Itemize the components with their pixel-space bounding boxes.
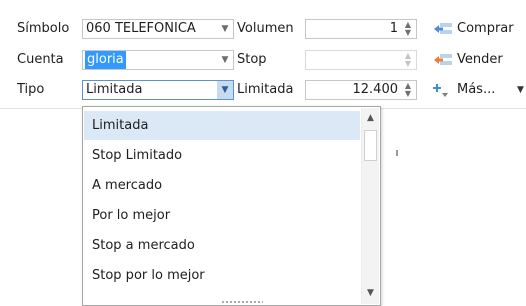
mas-label: Más... <box>457 82 496 97</box>
order-entry-panel: Símbolo 060 TELEFONICA ▼ Volumen 1 ▲ ▼ Cu… <box>0 0 526 306</box>
option-por-lo-mejor[interactable]: Por lo mejor <box>84 201 360 230</box>
scroll-up-icon[interactable]: ▲ <box>362 110 379 127</box>
limitada-stepper[interactable]: 12.400 ▲ ▼ <box>305 80 417 100</box>
comprar-label: Comprar <box>457 21 514 36</box>
vender-button[interactable]: Vender <box>433 49 526 71</box>
volumen-value: 1 <box>389 21 398 36</box>
simbolo-combo[interactable]: 060 TELEFONICA ▼ <box>82 19 234 39</box>
resize-tick <box>396 150 398 156</box>
chevron-down-icon[interactable]: ▼ <box>217 51 233 69</box>
sell-arrow-icon <box>434 54 452 65</box>
vender-label: Vender <box>457 52 503 67</box>
volumen-label: Volumen <box>237 21 294 36</box>
dropdown-scrollbar[interactable]: ▲ ▼ <box>361 108 379 304</box>
scroll-thumb[interactable] <box>364 130 377 161</box>
spin-up-down-icon[interactable]: ▲ ▼ <box>402 21 414 37</box>
resize-grip-icon[interactable] <box>221 300 263 304</box>
scroll-down-icon[interactable]: ▼ <box>362 285 379 302</box>
volumen-stepper[interactable]: 1 ▲ ▼ <box>305 19 417 39</box>
spin-up-down-icon[interactable]: ▲ ▼ <box>402 82 414 98</box>
chevron-down-icon[interactable]: ▼ <box>517 79 524 101</box>
simbolo-value: 060 TELEFONICA <box>86 21 196 36</box>
tipo-value: Limitada <box>86 82 143 97</box>
chevron-down-icon[interactable]: ▼ <box>217 20 233 38</box>
cuenta-combo[interactable]: gloria ▼ <box>82 50 234 70</box>
cuenta-label: Cuenta <box>17 52 64 67</box>
limitada-label: Limitada <box>237 82 294 97</box>
tipo-dropdown-list[interactable]: Limitada Stop Limitado A mercado Por lo … <box>82 106 381 306</box>
stop-label: Stop <box>237 52 267 67</box>
tipo-label: Tipo <box>17 82 45 97</box>
mas-button[interactable]: Más... ▼ <box>433 79 526 101</box>
limitada-value: 12.400 <box>352 82 399 97</box>
spin-up-down-icon[interactable]: ▲ ▼ <box>402 52 414 68</box>
option-stop-a-mercado[interactable]: Stop a mercado <box>84 231 360 260</box>
option-a-mercado[interactable]: A mercado <box>84 171 360 200</box>
chevron-down-icon[interactable]: ▼ <box>217 81 233 99</box>
cuenta-value: gloria <box>85 51 126 69</box>
stop-stepper[interactable]: ▲ ▼ <box>305 50 417 70</box>
tipo-combo[interactable]: Limitada ▼ <box>82 80 234 100</box>
option-stop-por-lo-mejor[interactable]: Stop por lo mejor <box>84 261 360 290</box>
comprar-button[interactable]: Comprar <box>433 18 526 40</box>
plus-sort-icon <box>433 84 448 97</box>
option-limitada[interactable]: Limitada <box>84 111 360 140</box>
option-stop-limitado[interactable]: Stop Limitado <box>84 141 360 170</box>
buy-arrow-icon <box>434 23 452 34</box>
simbolo-label: Símbolo <box>17 21 70 36</box>
